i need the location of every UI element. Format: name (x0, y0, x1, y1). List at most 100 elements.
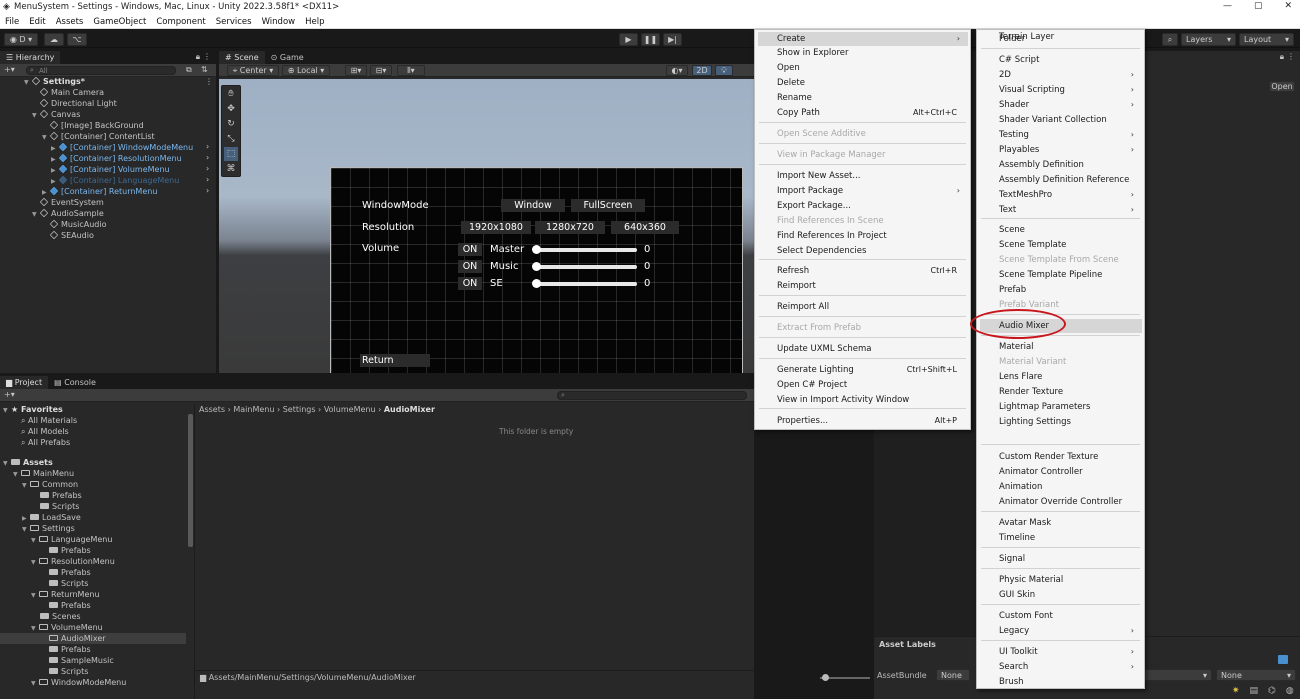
hierarchy-item-background[interactable]: [Image] BackGround (49, 120, 144, 131)
tab-scene[interactable]: # Scene (219, 51, 265, 64)
tree-volumemenu-prefabs[interactable]: Prefabs (49, 644, 91, 655)
tree-volumemenu[interactable]: ▼ VolumeMenu (31, 622, 103, 633)
tree-all-models[interactable]: ⌕ All Models (21, 426, 69, 437)
tree-assets[interactable]: ▼ Assets (3, 457, 53, 468)
move-tool-icon[interactable]: ✥ (224, 102, 238, 116)
menu-item-select-dependencies[interactable]: Select Dependencies (758, 244, 968, 258)
slider-knob[interactable] (822, 674, 829, 681)
toggle-2d-button[interactable]: 2D (692, 65, 712, 76)
step-button[interactable]: ▶| (663, 33, 682, 46)
tree-languagemenu-prefabs[interactable]: Prefabs (49, 545, 91, 556)
create-item-ui-toolkit[interactable]: UI Toolkit › (980, 645, 1142, 659)
increment-snap-button[interactable]: ⊟▾ (370, 65, 392, 76)
slider-knob[interactable] (532, 245, 541, 254)
create-item-2d[interactable]: 2D › (980, 68, 1142, 82)
tree-mainmenu[interactable]: ▼ MainMenu (13, 468, 74, 479)
pivot-dropdown[interactable]: ⌖ Center ▾ (227, 65, 279, 76)
create-item-assembly-definition-reference[interactable]: Assembly Definition Reference (980, 173, 1142, 187)
music-toggle-button[interactable]: ON (458, 260, 482, 273)
grid-snap-button[interactable]: ⊞▾ (345, 65, 367, 76)
rotate-tool-icon[interactable]: ↻ (224, 117, 238, 131)
resolution-1920-button[interactable]: 1920x1080 (461, 221, 531, 234)
create-item-physic-material[interactable]: Physic Material (980, 573, 1142, 587)
create-item-visual-scripting[interactable]: Visual Scripting › (980, 83, 1142, 97)
tab-hierarchy[interactable]: ☰ Hierarchy (0, 51, 61, 64)
tree-favorites[interactable]: ▼ ★ Favorites (3, 404, 63, 415)
chevron-right-icon[interactable]: › (206, 154, 209, 162)
kebab-menu-icon[interactable]: ⋮ (1287, 53, 1295, 61)
sort-icon[interactable]: ⇅ (201, 66, 208, 74)
breadcrumb-assets[interactable]: Assets (199, 405, 225, 414)
tree-scenes[interactable]: Scenes (40, 611, 81, 622)
play-button[interactable]: ▶ (619, 33, 638, 46)
create-item-animator-override-controller[interactable]: Animator Override Controller (980, 495, 1142, 509)
menu-help[interactable]: Help (305, 17, 324, 27)
assetbundle-variant-dropdown[interactable]: None ▾ (1216, 669, 1296, 681)
spinner-icon[interactable]: ◍ (1286, 686, 1294, 696)
create-item-scene[interactable]: Scene (980, 223, 1142, 237)
create-item-search[interactable]: Search › (980, 660, 1142, 674)
menu-file[interactable]: File (5, 17, 19, 27)
menu-assets[interactable]: Assets (56, 17, 84, 27)
tree-loadsave[interactable]: ▶ LoadSave (22, 512, 81, 523)
scene-viewport[interactable]: ✋︎ ✥ ↻ ⤡ ⬚ ⌘ WindowMode Window FullScree… (219, 79, 754, 373)
assetbundle-dropdown[interactable]: None (936, 669, 970, 681)
create-item-shader-variant-collection[interactable]: Shader Variant Collection (980, 113, 1142, 127)
hierarchy-item-contentlist[interactable]: ▼ [Container] ContentList (42, 131, 155, 142)
tree-returnmenu-prefabs[interactable]: Prefabs (49, 600, 91, 611)
create-item-render-texture[interactable]: Render Texture (980, 385, 1142, 399)
create-item-prefab[interactable]: Prefab (980, 283, 1142, 297)
tree-returnmenu[interactable]: ▼ ReturnMenu (31, 589, 100, 600)
menu-item-reimport-all[interactable]: Reimport All (758, 300, 968, 314)
hierarchy-item-resolutionmenu[interactable]: ▶ [Container] ResolutionMenu (51, 153, 182, 164)
resolution-640-button[interactable]: 640x360 (611, 221, 679, 234)
create-item-scene-template[interactable]: Scene Template (980, 238, 1142, 252)
menu-component[interactable]: Component (156, 17, 205, 27)
slider-knob[interactable] (532, 262, 541, 271)
create-item-material[interactable]: Material (980, 340, 1142, 354)
hierarchy-item-volumemenu[interactable]: ▶ [Container] VolumeMenu (51, 164, 170, 175)
hierarchy-item-returnmenu[interactable]: ▶ [Container] ReturnMenu (42, 186, 157, 197)
tree-audiomixer[interactable]: AudioMixer (0, 633, 186, 644)
menu-item-reimport[interactable]: Reimport (758, 279, 968, 293)
create-item-animator-controller[interactable]: Animator Controller (980, 465, 1142, 479)
create-item-scene-template-pipeline[interactable]: Scene Template Pipeline (980, 268, 1142, 282)
lock-icon[interactable]: 🔒︎ (196, 53, 200, 61)
hierarchy-item-eventsystem[interactable]: EventSystem (39, 197, 104, 208)
tree-resolutionmenu-prefabs[interactable]: Prefabs (49, 567, 91, 578)
resolution-1280-button[interactable]: 1280x720 (535, 221, 605, 234)
add-button[interactable]: +▾ (4, 391, 15, 399)
close-button[interactable]: ✕ (1284, 1, 1292, 11)
tree-windowmodemenu[interactable]: ▼ WindowModeMenu (31, 677, 126, 688)
hierarchy-item-settings[interactable]: ▼ Settings* (24, 76, 85, 87)
tree-settings[interactable]: ▼ Settings (22, 523, 75, 534)
menu-item-generate-lighting[interactable]: Generate Lighting Ctrl+Shift+L (758, 363, 968, 377)
create-item-signal[interactable]: Signal (980, 552, 1142, 566)
tree-resolutionmenu[interactable]: ▼ ResolutionMenu (31, 556, 115, 567)
create-item-gui-skin[interactable]: GUI Skin (980, 588, 1142, 602)
lock-icon[interactable]: 🔒︎ (1280, 53, 1284, 61)
create-item-shader[interactable]: Shader › (980, 98, 1142, 112)
lighting-toggle-button[interactable]: 💡︎ (715, 65, 733, 76)
tab-console[interactable]: ▤ Console (48, 376, 102, 389)
project-search-input[interactable]: ⌕ (557, 391, 747, 400)
icon-size-slider[interactable] (820, 674, 870, 681)
window-option-button[interactable]: Window (501, 199, 565, 212)
kebab-menu-icon[interactable]: ⋮ (203, 53, 211, 61)
create-item-terrain-layer[interactable]: Terrain Layer (980, 30, 1142, 44)
menu-item-properties[interactable]: Properties... Alt+P (758, 414, 968, 428)
tab-game[interactable]: ⊙ Game (265, 51, 310, 64)
create-item-playables[interactable]: Playables › (980, 143, 1142, 157)
open-button[interactable]: Open (1269, 81, 1295, 92)
minimize-button[interactable]: — (1223, 1, 1232, 11)
hierarchy-item-audiosample[interactable]: ▼ AudioSample (32, 208, 104, 219)
menu-item-find-references-in-project[interactable]: Find References In Project (758, 229, 968, 243)
tree-common-scripts[interactable]: Scripts (40, 501, 79, 512)
menu-item-rename[interactable]: Rename (758, 91, 968, 105)
pause-button[interactable]: ❚❚ (641, 33, 660, 46)
return-button[interactable]: Return (360, 354, 430, 367)
stack-icon[interactable]: ▤ (1250, 686, 1259, 696)
create-item-legacy[interactable]: Legacy › (980, 624, 1142, 638)
cloud-button[interactable]: ☁ (44, 33, 64, 46)
fullscreen-option-button[interactable]: FullScreen (571, 199, 645, 212)
